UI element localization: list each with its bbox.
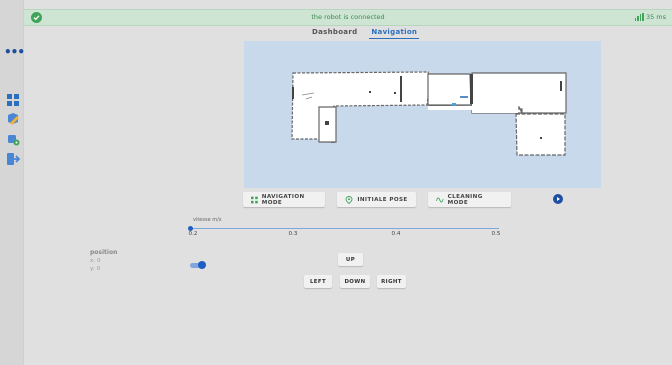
dashboard-grid-icon[interactable]: [6, 93, 20, 107]
toggle-knob[interactable]: [198, 261, 206, 269]
left-button[interactable]: LEFT: [304, 275, 332, 288]
speed-tick: 0.4: [391, 231, 401, 237]
control-toggle[interactable]: [190, 261, 206, 269]
map-edit-icon[interactable]: [6, 112, 20, 126]
navigation-mode-label: NAVIGATION MODE: [261, 193, 305, 206]
page-tabs: Dashboard Navigation: [310, 28, 420, 39]
more-dots-icon[interactable]: •••: [4, 46, 25, 58]
initial-pose-label: INITIALE POSE: [357, 196, 408, 203]
latency-indicator: 35 ms: [634, 13, 666, 21]
navigation-grid-icon: [251, 196, 258, 203]
navigation-mode-button[interactable]: NAVIGATION MODE: [243, 192, 325, 207]
signal-bars-icon: [634, 13, 644, 21]
floor-plan-map: [291, 71, 567, 156]
tab-dashboard[interactable]: Dashboard: [310, 28, 359, 39]
logout-icon[interactable]: [6, 152, 20, 166]
mode-button-row: NAVIGATION MODE INITIALE POSE CLEANING M…: [243, 192, 511, 207]
connection-status-bar: the robot is connected 35 ms: [24, 9, 672, 26]
cleaning-mode-button[interactable]: CLEANING MODE: [428, 192, 511, 207]
wave-icon: [436, 197, 444, 202]
position-title: position: [90, 249, 118, 256]
speed-tick: 0.5: [491, 231, 501, 237]
tab-navigation[interactable]: Navigation: [369, 28, 420, 39]
speed-tick: 0.2: [188, 231, 198, 237]
robot-map-canvas[interactable]: [244, 41, 601, 188]
right-button[interactable]: RIGHT: [377, 275, 406, 288]
down-button[interactable]: DOWN: [340, 275, 370, 288]
initial-pose-button[interactable]: INITIALE POSE: [337, 192, 416, 207]
speed-label: vitesse m/s: [193, 217, 222, 223]
latency-value: 35 ms: [645, 13, 666, 21]
location-pin-icon: [345, 195, 353, 204]
connection-message: the robot is connected: [311, 13, 385, 21]
position-y: y: 0: [90, 266, 101, 272]
sidebar: •••: [0, 0, 25, 365]
cleaning-mode-label: CLEANING MODE: [447, 193, 483, 206]
robot-settings-icon[interactable]: [6, 132, 20, 146]
up-button[interactable]: UP: [338, 253, 363, 266]
speed-tick: 0.3: [288, 231, 298, 237]
play-icon[interactable]: [553, 194, 563, 204]
speed-slider-track[interactable]: [190, 228, 499, 229]
position-x: x: 0: [90, 258, 101, 264]
